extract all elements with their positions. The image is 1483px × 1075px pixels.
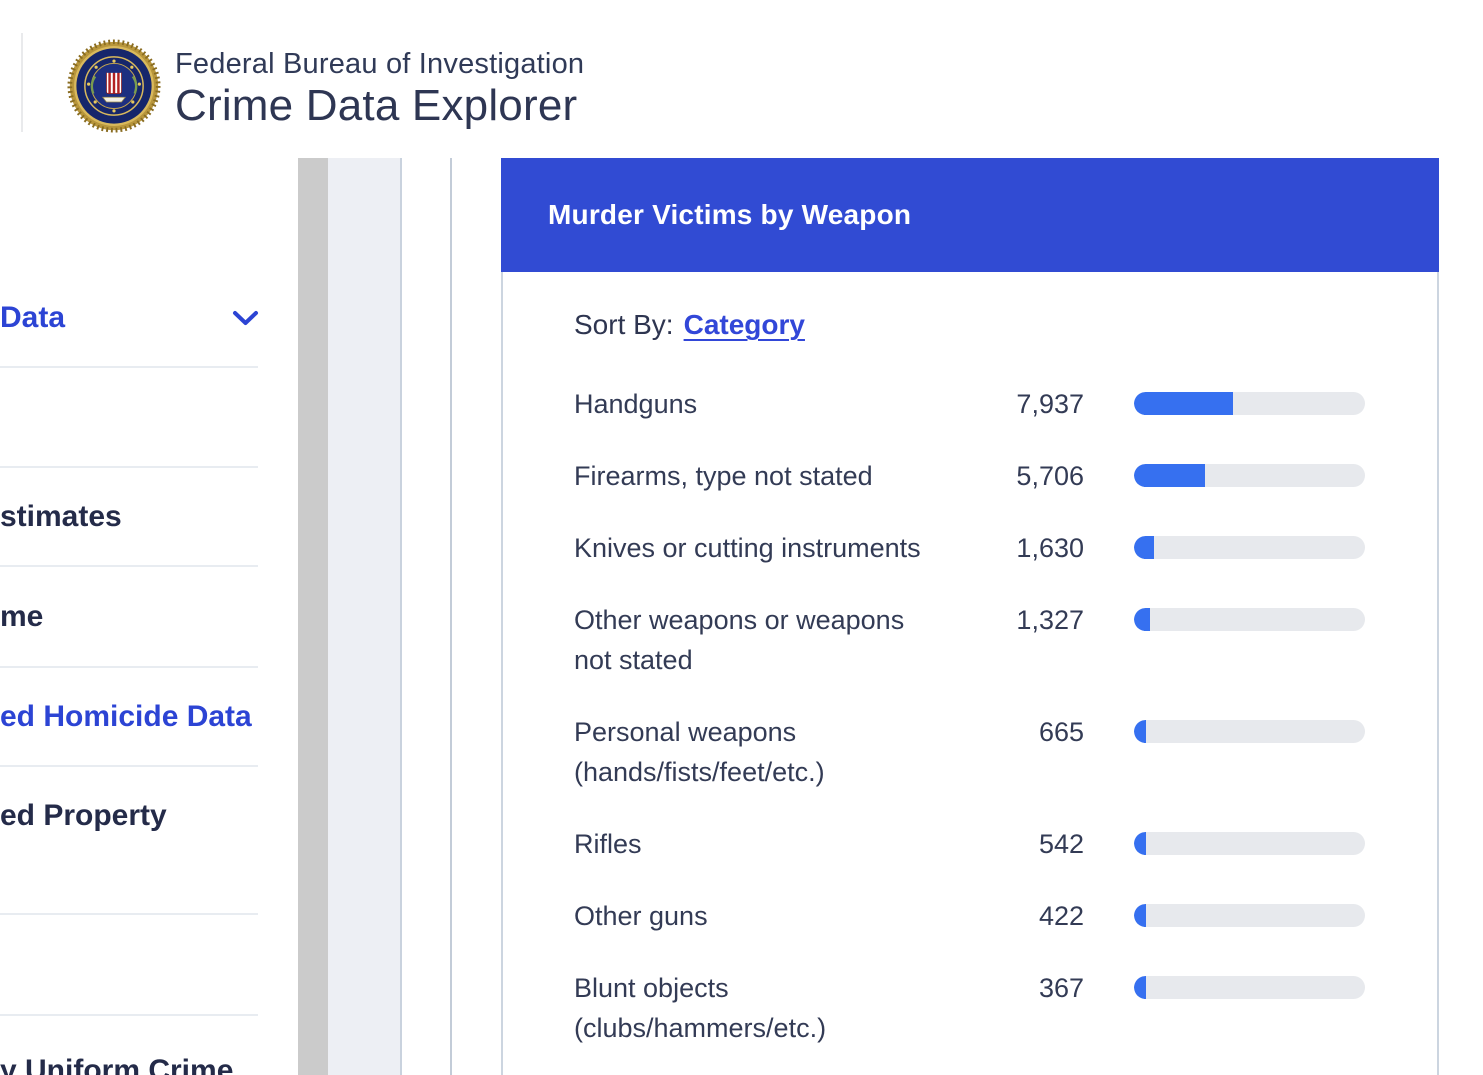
sidebar-item-label: stimates <box>0 500 122 534</box>
sidebar-item[interactable]: Data <box>0 270 298 366</box>
weapon-count: 542 <box>951 824 1084 864</box>
sidebar-item[interactable] <box>0 915 298 1014</box>
weapon-count: 5,706 <box>951 456 1084 496</box>
page: Federal Bureau of Investigation Crime Da… <box>0 0 1483 1075</box>
weapon-bar <box>1134 720 1365 743</box>
sidebar-nav: Data stimates me ed Homicide Data ed Propert… <box>0 270 298 1075</box>
sidebar-item[interactable]: y Uniform Crime <box>0 1016 298 1075</box>
sidebar-item-label: Data <box>0 301 65 335</box>
weapon-bar <box>1134 464 1365 487</box>
sort-by-category-link[interactable]: Category <box>684 309 805 340</box>
collapsed-rail <box>328 158 402 1075</box>
weapon-bar <box>1134 904 1365 927</box>
weapon-bar-fill <box>1134 720 1146 743</box>
sidebar-scrollbar[interactable] <box>298 158 328 1075</box>
weapon-bar-fill <box>1134 536 1154 559</box>
sidebar-item[interactable]: stimates <box>0 468 298 565</box>
vertical-divider <box>450 158 452 1075</box>
weapon-rows: Handguns 7,937 Firearms, type not stated… <box>574 384 1437 1075</box>
weapon-count: 367 <box>951 968 1084 1008</box>
weapon-row: Firearms, type not stated 5,706 <box>574 456 1437 528</box>
weapon-row: Personal weapons(hands/fists/feet/etc.) … <box>574 712 1437 824</box>
sidebar-item[interactable]: me <box>0 567 298 666</box>
card-body: Sort By: Category Handguns 7,937 Firearms… <box>501 272 1439 1075</box>
weapon-bar <box>1134 536 1365 559</box>
weapon-label: Handguns <box>574 384 951 424</box>
weapon-row: Rifles 542 <box>574 824 1437 896</box>
sidebar-item[interactable]: ed Property <box>0 767 298 913</box>
app-title: Crime Data Explorer <box>175 81 584 131</box>
sidebar-item-label: y Uniform Crime <box>0 1054 233 1075</box>
murder-victims-card: Murder Victims by Weapon Sort By: Categor… <box>501 158 1439 1075</box>
weapon-label: Blunt objects(clubs/hammers/etc.) <box>574 968 951 1048</box>
weapon-bar-fill <box>1134 608 1150 631</box>
weapon-bar-fill <box>1134 976 1146 999</box>
weapon-label: Personal weapons(hands/fists/feet/etc.) <box>574 712 951 792</box>
weapon-count: 1,630 <box>951 528 1084 568</box>
sort-by-row: Sort By: Category <box>574 308 1437 342</box>
weapon-count: 1,327 <box>951 600 1084 640</box>
weapon-bar-fill <box>1134 392 1233 415</box>
fbi-seal-logo <box>67 36 161 136</box>
weapon-count: 665 <box>951 712 1084 752</box>
weapon-row: Other guns 422 <box>574 896 1437 968</box>
weapon-row: Handguns 7,937 <box>574 384 1437 456</box>
weapon-label: Rifles <box>574 824 951 864</box>
weapon-row: Other weapons or weaponsnot stated 1,327 <box>574 600 1437 712</box>
weapon-bar <box>1134 392 1365 415</box>
weapon-bar-fill <box>1134 832 1146 855</box>
chevron-down-icon <box>232 310 259 326</box>
sidebar-item-label: ed Homicide Data <box>0 700 252 734</box>
sidebar-item-label: ed Property <box>0 799 167 833</box>
sidebar-item[interactable]: ed Homicide Data <box>0 668 298 765</box>
card-title: Murder Victims by Weapon <box>548 199 911 231</box>
weapon-bar-fill <box>1134 464 1205 487</box>
sort-by-label: Sort By: <box>574 309 674 340</box>
agency-name: Federal Bureau of Investigation <box>175 47 584 81</box>
weapon-bar-fill <box>1134 904 1146 927</box>
weapon-label: Other guns <box>574 896 951 936</box>
masthead: Federal Bureau of Investigation Crime Da… <box>0 0 1483 158</box>
weapon-count: 7,937 <box>951 384 1084 424</box>
weapon-row: Knives or cutting instruments 1,630 <box>574 528 1437 600</box>
sidebar-item-label: me <box>0 600 43 634</box>
weapon-bar <box>1134 608 1365 631</box>
weapon-row: Blunt objects(clubs/hammers/etc.) 367 <box>574 968 1437 1075</box>
sidebar-item[interactable] <box>0 368 298 466</box>
weapon-bar <box>1134 976 1365 999</box>
card-header: Murder Victims by Weapon <box>501 158 1439 272</box>
weapon-bar <box>1134 832 1365 855</box>
weapon-label: Firearms, type not stated <box>574 456 951 496</box>
weapon-count: 422 <box>951 896 1084 936</box>
weapon-label: Other weapons or weaponsnot stated <box>574 600 951 680</box>
weapon-label: Knives or cutting instruments <box>574 528 951 568</box>
masthead-divider <box>21 33 23 132</box>
